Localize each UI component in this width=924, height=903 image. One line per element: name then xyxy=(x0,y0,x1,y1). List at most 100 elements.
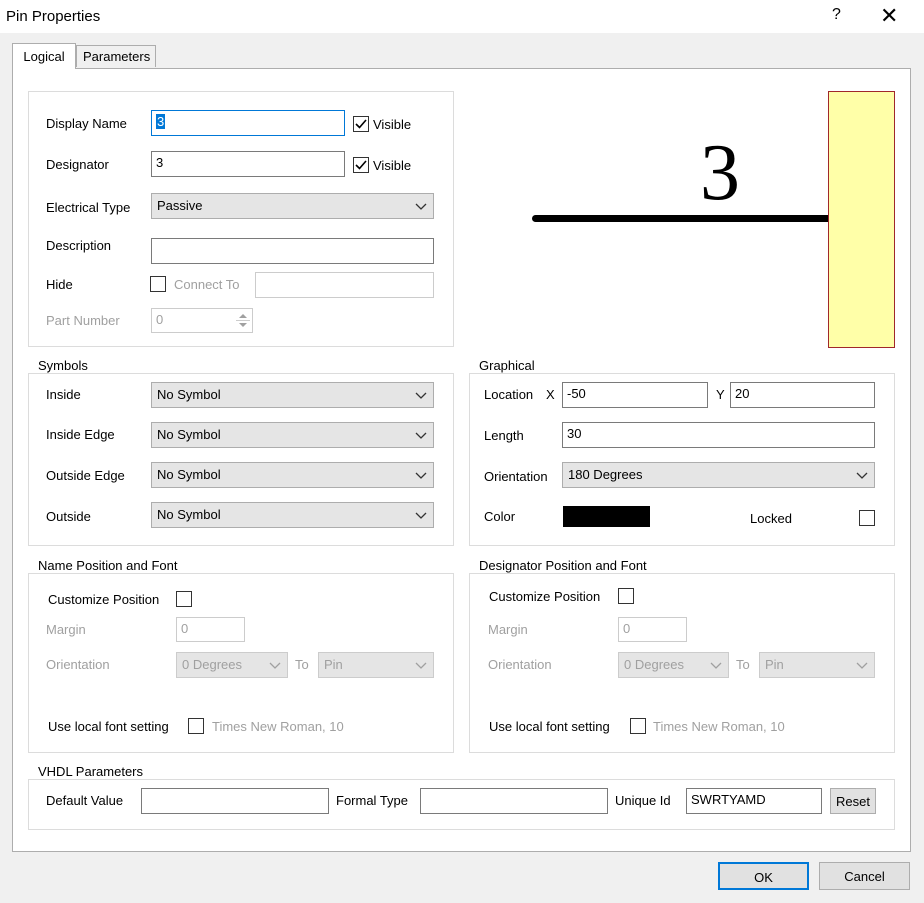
location-y-input[interactable]: 20 xyxy=(730,382,875,408)
tab-logical[interactable]: Logical xyxy=(12,43,76,69)
outside-edge-label: Outside Edge xyxy=(46,468,125,483)
designator-local-font-label: Use local font setting xyxy=(489,719,610,734)
description-input[interactable] xyxy=(151,238,434,264)
designator-orientation-label: Orientation xyxy=(488,657,552,672)
connect-to-label: Connect To xyxy=(174,277,240,292)
designator-orientation-select[interactable]: 0 Degrees xyxy=(618,652,729,678)
designator-to-label: To xyxy=(736,657,750,672)
tab-parameters[interactable]: Parameters xyxy=(76,45,156,67)
orientation-select[interactable]: 180 Degrees xyxy=(562,462,875,488)
designator-to-select[interactable]: Pin xyxy=(759,652,875,678)
chevron-down-icon xyxy=(415,472,427,479)
inside-label: Inside xyxy=(46,387,81,402)
display-name-label: Display Name xyxy=(46,116,127,131)
ok-button[interactable]: OK xyxy=(718,862,809,890)
chevron-down-icon xyxy=(856,472,868,479)
check-icon xyxy=(355,119,367,129)
outside-edge-select[interactable]: No Symbol xyxy=(151,462,434,488)
chevron-down-icon xyxy=(415,392,427,399)
inside-edge-value: No Symbol xyxy=(157,427,221,442)
title-bar xyxy=(0,0,924,33)
component-body-preview xyxy=(828,91,895,348)
part-number-label: Part Number xyxy=(46,313,120,328)
name-to-select[interactable]: Pin xyxy=(318,652,434,678)
name-orientation-select[interactable]: 0 Degrees xyxy=(176,652,288,678)
display-name-value: 3 xyxy=(156,114,166,129)
designator-visible-checkbox[interactable] xyxy=(353,157,369,173)
designator-orientation-value: 0 Degrees xyxy=(624,657,684,672)
designator-label: Designator xyxy=(46,157,109,172)
outside-label: Outside xyxy=(46,509,91,524)
designator-visible-label: Visible xyxy=(373,158,412,173)
formal-type-input[interactable] xyxy=(420,788,608,814)
pin-preview-line xyxy=(532,215,832,222)
name-to-value: Pin xyxy=(324,657,343,672)
length-input[interactable]: 30 xyxy=(562,422,875,448)
name-position-title: Name Position and Font xyxy=(35,558,181,573)
designator-position-title: Designator Position and Font xyxy=(476,558,650,573)
window-title: Pin Properties xyxy=(6,8,101,25)
name-to-label: To xyxy=(295,657,309,672)
designator-customize-position-checkbox[interactable] xyxy=(618,588,634,604)
outside-select[interactable]: No Symbol xyxy=(151,502,434,528)
chevron-down-icon xyxy=(856,662,868,669)
name-customize-position-label: Customize Position xyxy=(48,592,160,607)
name-margin-label: Margin xyxy=(46,622,86,637)
location-label: Location xyxy=(484,387,534,402)
inside-value: No Symbol xyxy=(157,387,221,402)
check-icon xyxy=(355,160,367,170)
color-label: Color xyxy=(484,509,516,524)
spin-arrows-icon[interactable] xyxy=(236,310,250,331)
name-font-value: Times New Roman, 10 xyxy=(212,719,344,734)
reset-button[interactable]: Reset xyxy=(830,788,876,814)
chevron-down-icon xyxy=(269,662,281,669)
default-value-input[interactable] xyxy=(141,788,329,814)
inside-edge-label: Inside Edge xyxy=(46,427,115,442)
designator-input[interactable]: 3 xyxy=(151,151,345,177)
unique-id-input[interactable]: SWRTYAMD xyxy=(686,788,822,814)
location-y-label: Y xyxy=(716,387,725,402)
electrical-type-label: Electrical Type xyxy=(46,200,131,215)
chevron-down-icon xyxy=(415,512,427,519)
close-button[interactable]: ✕ xyxy=(880,3,898,29)
designator-margin-label: Margin xyxy=(488,622,528,637)
location-x-input[interactable]: -50 xyxy=(562,382,708,408)
unique-id-label: Unique Id xyxy=(615,793,671,808)
display-name-input[interactable]: 3 xyxy=(151,110,345,136)
outside-value: No Symbol xyxy=(157,507,221,522)
locked-label: Locked xyxy=(750,511,792,526)
length-label: Length xyxy=(484,428,524,443)
orientation-value: 180 Degrees xyxy=(568,467,643,482)
outside-edge-value: No Symbol xyxy=(157,467,221,482)
graphical-title: Graphical xyxy=(476,358,538,373)
default-value-label: Default Value xyxy=(46,793,124,808)
name-customize-position-checkbox[interactable] xyxy=(176,591,192,607)
display-name-visible-checkbox[interactable] xyxy=(353,116,369,132)
designator-customize-position-label: Customize Position xyxy=(489,589,601,604)
name-orientation-value: 0 Degrees xyxy=(182,657,242,672)
electrical-type-select[interactable]: Passive xyxy=(151,193,434,219)
display-name-visible-label: Visible xyxy=(373,117,412,132)
name-local-font-label: Use local font setting xyxy=(48,719,169,734)
designator-font-value: Times New Roman, 10 xyxy=(653,719,785,734)
designator-margin-input[interactable]: 0 xyxy=(618,617,687,642)
hide-checkbox[interactable] xyxy=(150,276,166,292)
location-x-label: X xyxy=(546,387,555,402)
name-margin-input[interactable]: 0 xyxy=(176,617,245,642)
orientation-label: Orientation xyxy=(484,469,548,484)
pin-preview-label: 3 xyxy=(700,129,740,217)
chevron-down-icon xyxy=(415,203,427,210)
connect-to-input[interactable] xyxy=(255,272,434,298)
cancel-button[interactable]: Cancel xyxy=(819,862,910,890)
part-number-stepper[interactable]: 0 xyxy=(151,308,253,333)
vhdl-title: VHDL Parameters xyxy=(35,764,146,779)
help-button[interactable]: ? xyxy=(832,6,841,24)
designator-local-font-checkbox[interactable] xyxy=(630,718,646,734)
name-local-font-checkbox[interactable] xyxy=(188,718,204,734)
color-swatch[interactable] xyxy=(563,506,650,527)
locked-checkbox[interactable] xyxy=(859,510,875,526)
inside-edge-select[interactable]: No Symbol xyxy=(151,422,434,448)
chevron-down-icon xyxy=(710,662,722,669)
hide-label: Hide xyxy=(46,277,73,292)
inside-select[interactable]: No Symbol xyxy=(151,382,434,408)
